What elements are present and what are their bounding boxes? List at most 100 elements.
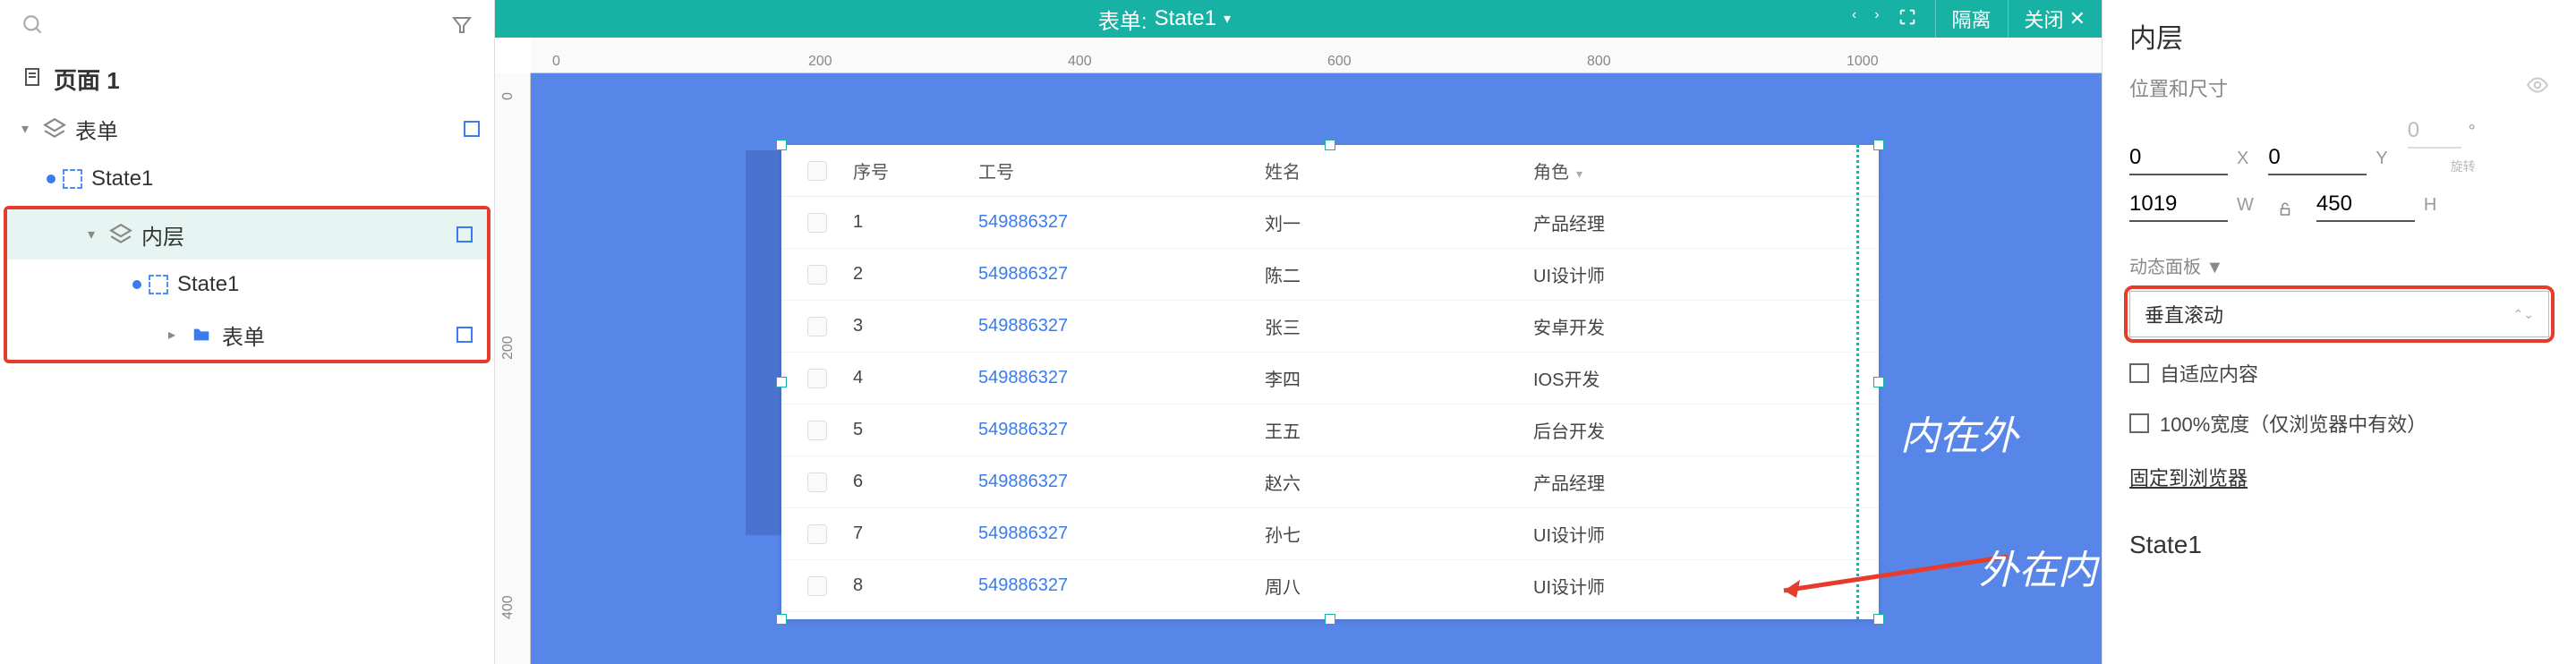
- search-input[interactable]: [57, 14, 451, 39]
- tree-item-inner-layer[interactable]: ▾ 内层: [7, 209, 487, 260]
- canvas-area: 表单: State1 ▾ ‹ › 隔离 关闭 ✕ 0 200 400 600 8…: [495, 0, 2102, 664]
- cell-index: 1: [853, 212, 978, 233]
- table-row[interactable]: 1549886327刘一产品经理: [781, 197, 1879, 249]
- table-row[interactable]: 6549886327赵六产品经理: [781, 456, 1879, 508]
- checkbox-full-width[interactable]: 100%宽度（仅浏览器中有效）: [2129, 409, 2549, 438]
- focus-icon[interactable]: [1898, 7, 1917, 31]
- tree-item-form-child[interactable]: ▸ 表单: [7, 310, 487, 360]
- chevron-updown-icon: ⌃⌄: [2513, 307, 2534, 322]
- table-row[interactable]: 3549886327张三安卓开发: [781, 301, 1879, 353]
- checkbox-fit-content[interactable]: 自适应内容: [2129, 359, 2549, 387]
- close-label: 关闭: [2025, 4, 2064, 33]
- checkbox[interactable]: [807, 472, 827, 492]
- outline-panel: 页面 1 ▾ 表单 State1 ▾ 内层: [0, 0, 495, 664]
- h-input[interactable]: [2316, 188, 2415, 222]
- state-label: State1: [2129, 531, 2549, 559]
- outer-panel-placeholder: [746, 150, 781, 535]
- table-row[interactable]: 4549886327李四IOS开发: [781, 353, 1879, 404]
- search-icon[interactable]: [21, 13, 45, 41]
- prev-state-icon[interactable]: ‹: [1852, 7, 1856, 31]
- highlighted-group: ▾ 内层 State1 ▸ 表单: [4, 206, 490, 363]
- tree-item-label: 表单: [222, 319, 456, 351]
- resize-handle[interactable]: [1325, 614, 1335, 625]
- caret-icon: ▸: [168, 326, 184, 344]
- pin-to-browser-link[interactable]: 固定到浏览器: [2129, 463, 2549, 491]
- cell-workid[interactable]: 549886327: [978, 472, 1265, 492]
- page-icon: [21, 66, 43, 92]
- page-header[interactable]: 页面 1: [0, 54, 494, 104]
- tree-item-form-root[interactable]: ▾ 表单: [0, 104, 494, 154]
- resize-handle[interactable]: [1873, 140, 1884, 150]
- tree-item-state1-inner[interactable]: State1: [7, 260, 487, 310]
- checkbox[interactable]: [807, 369, 827, 388]
- next-state-icon[interactable]: ›: [1874, 7, 1879, 31]
- toolbar-title[interactable]: 表单: State1 ▾: [1098, 4, 1231, 35]
- section-label-dp[interactable]: 动态面板 ▼: [2129, 252, 2549, 278]
- annotation-text-2: 外在内: [1979, 548, 2097, 595]
- state-icon: [149, 275, 168, 294]
- cell-workid[interactable]: 549886327: [978, 316, 1265, 336]
- cell-workid[interactable]: 549886327: [978, 212, 1265, 233]
- isolate-button[interactable]: 隔离: [1935, 0, 2008, 38]
- resize-handle[interactable]: [1325, 140, 1335, 150]
- visibility-icon[interactable]: [2526, 73, 2549, 102]
- checkbox[interactable]: [807, 213, 827, 233]
- checkbox-all[interactable]: [807, 161, 827, 181]
- folder-icon: [190, 325, 213, 345]
- filter-icon[interactable]: [451, 14, 473, 40]
- resize-handle[interactable]: [1873, 614, 1884, 625]
- cell-name: 刘一: [1265, 209, 1533, 235]
- w-input[interactable]: [2129, 188, 2228, 222]
- checkbox[interactable]: [807, 576, 827, 596]
- cell-name: 陈二: [1265, 261, 1533, 287]
- resize-handle[interactable]: [776, 140, 787, 150]
- caret-icon: ▾: [21, 120, 38, 138]
- marker-icon: [464, 121, 480, 137]
- cell-workid[interactable]: 549886327: [978, 524, 1265, 544]
- col-header-role[interactable]: 角色▾: [1533, 157, 1879, 183]
- cell-index: 2: [853, 264, 978, 285]
- ruler-tick: 200: [808, 54, 832, 70]
- cell-workid[interactable]: 549886327: [978, 575, 1265, 596]
- canvas[interactable]: 序号 工号 姓名 角色▾ 1549886327刘一产品经理2549886327陈…: [531, 73, 2102, 664]
- layers-icon: [109, 223, 132, 246]
- table-row[interactable]: 5549886327王五后台开发: [781, 404, 1879, 456]
- checkbox-label: 100%宽度（仅浏览器中有效）: [2160, 409, 2427, 438]
- active-dot-icon: [132, 280, 141, 289]
- ruler-tick: 800: [1587, 54, 1611, 70]
- x-label: X: [2237, 149, 2248, 169]
- close-button[interactable]: 关闭 ✕: [2008, 0, 2102, 38]
- cell-workid[interactable]: 549886327: [978, 368, 1265, 388]
- cell-role: 安卓开发: [1533, 313, 1879, 339]
- resize-handle[interactable]: [1873, 377, 1884, 387]
- table-row[interactable]: 7549886327孙七UI设计师: [781, 508, 1879, 560]
- checkbox[interactable]: [807, 524, 827, 544]
- cell-name: 赵六: [1265, 469, 1533, 495]
- tree-item-label: State1: [91, 166, 480, 192]
- cell-index: 3: [853, 316, 978, 336]
- tree-item-label: State1: [177, 272, 473, 297]
- table-widget[interactable]: 序号 工号 姓名 角色▾ 1549886327刘一产品经理2549886327陈…: [781, 145, 1879, 619]
- scroll-select[interactable]: 垂直滚动 ⌃⌄: [2129, 291, 2549, 337]
- cell-workid[interactable]: 549886327: [978, 264, 1265, 285]
- checkbox[interactable]: [807, 421, 827, 440]
- lock-icon[interactable]: [2277, 201, 2293, 222]
- cell-name: 李四: [1265, 365, 1533, 391]
- y-label: Y: [2376, 149, 2387, 169]
- resize-handle[interactable]: [776, 377, 787, 387]
- checkbox[interactable]: [807, 265, 827, 285]
- isolation-toolbar: 表单: State1 ▾ ‹ › 隔离 关闭 ✕: [495, 0, 2102, 38]
- checkbox[interactable]: [807, 317, 827, 336]
- caret-icon: ▾: [88, 226, 104, 243]
- rotation-label: 旋转: [2451, 157, 2476, 175]
- scroll-select-value: 垂直滚动: [2145, 300, 2223, 328]
- resize-handle[interactable]: [776, 614, 787, 625]
- cell-index: 7: [853, 524, 978, 544]
- x-input[interactable]: [2129, 141, 2228, 175]
- table-row[interactable]: 8549886327周八UI设计师: [781, 560, 1879, 612]
- tree-item-state1-outer[interactable]: State1: [0, 154, 494, 204]
- cell-workid[interactable]: 549886327: [978, 420, 1265, 440]
- table-body: 1549886327刘一产品经理2549886327陈二UI设计师3549886…: [781, 197, 1879, 612]
- y-input[interactable]: [2268, 141, 2367, 175]
- table-row[interactable]: 2549886327陈二UI设计师: [781, 249, 1879, 301]
